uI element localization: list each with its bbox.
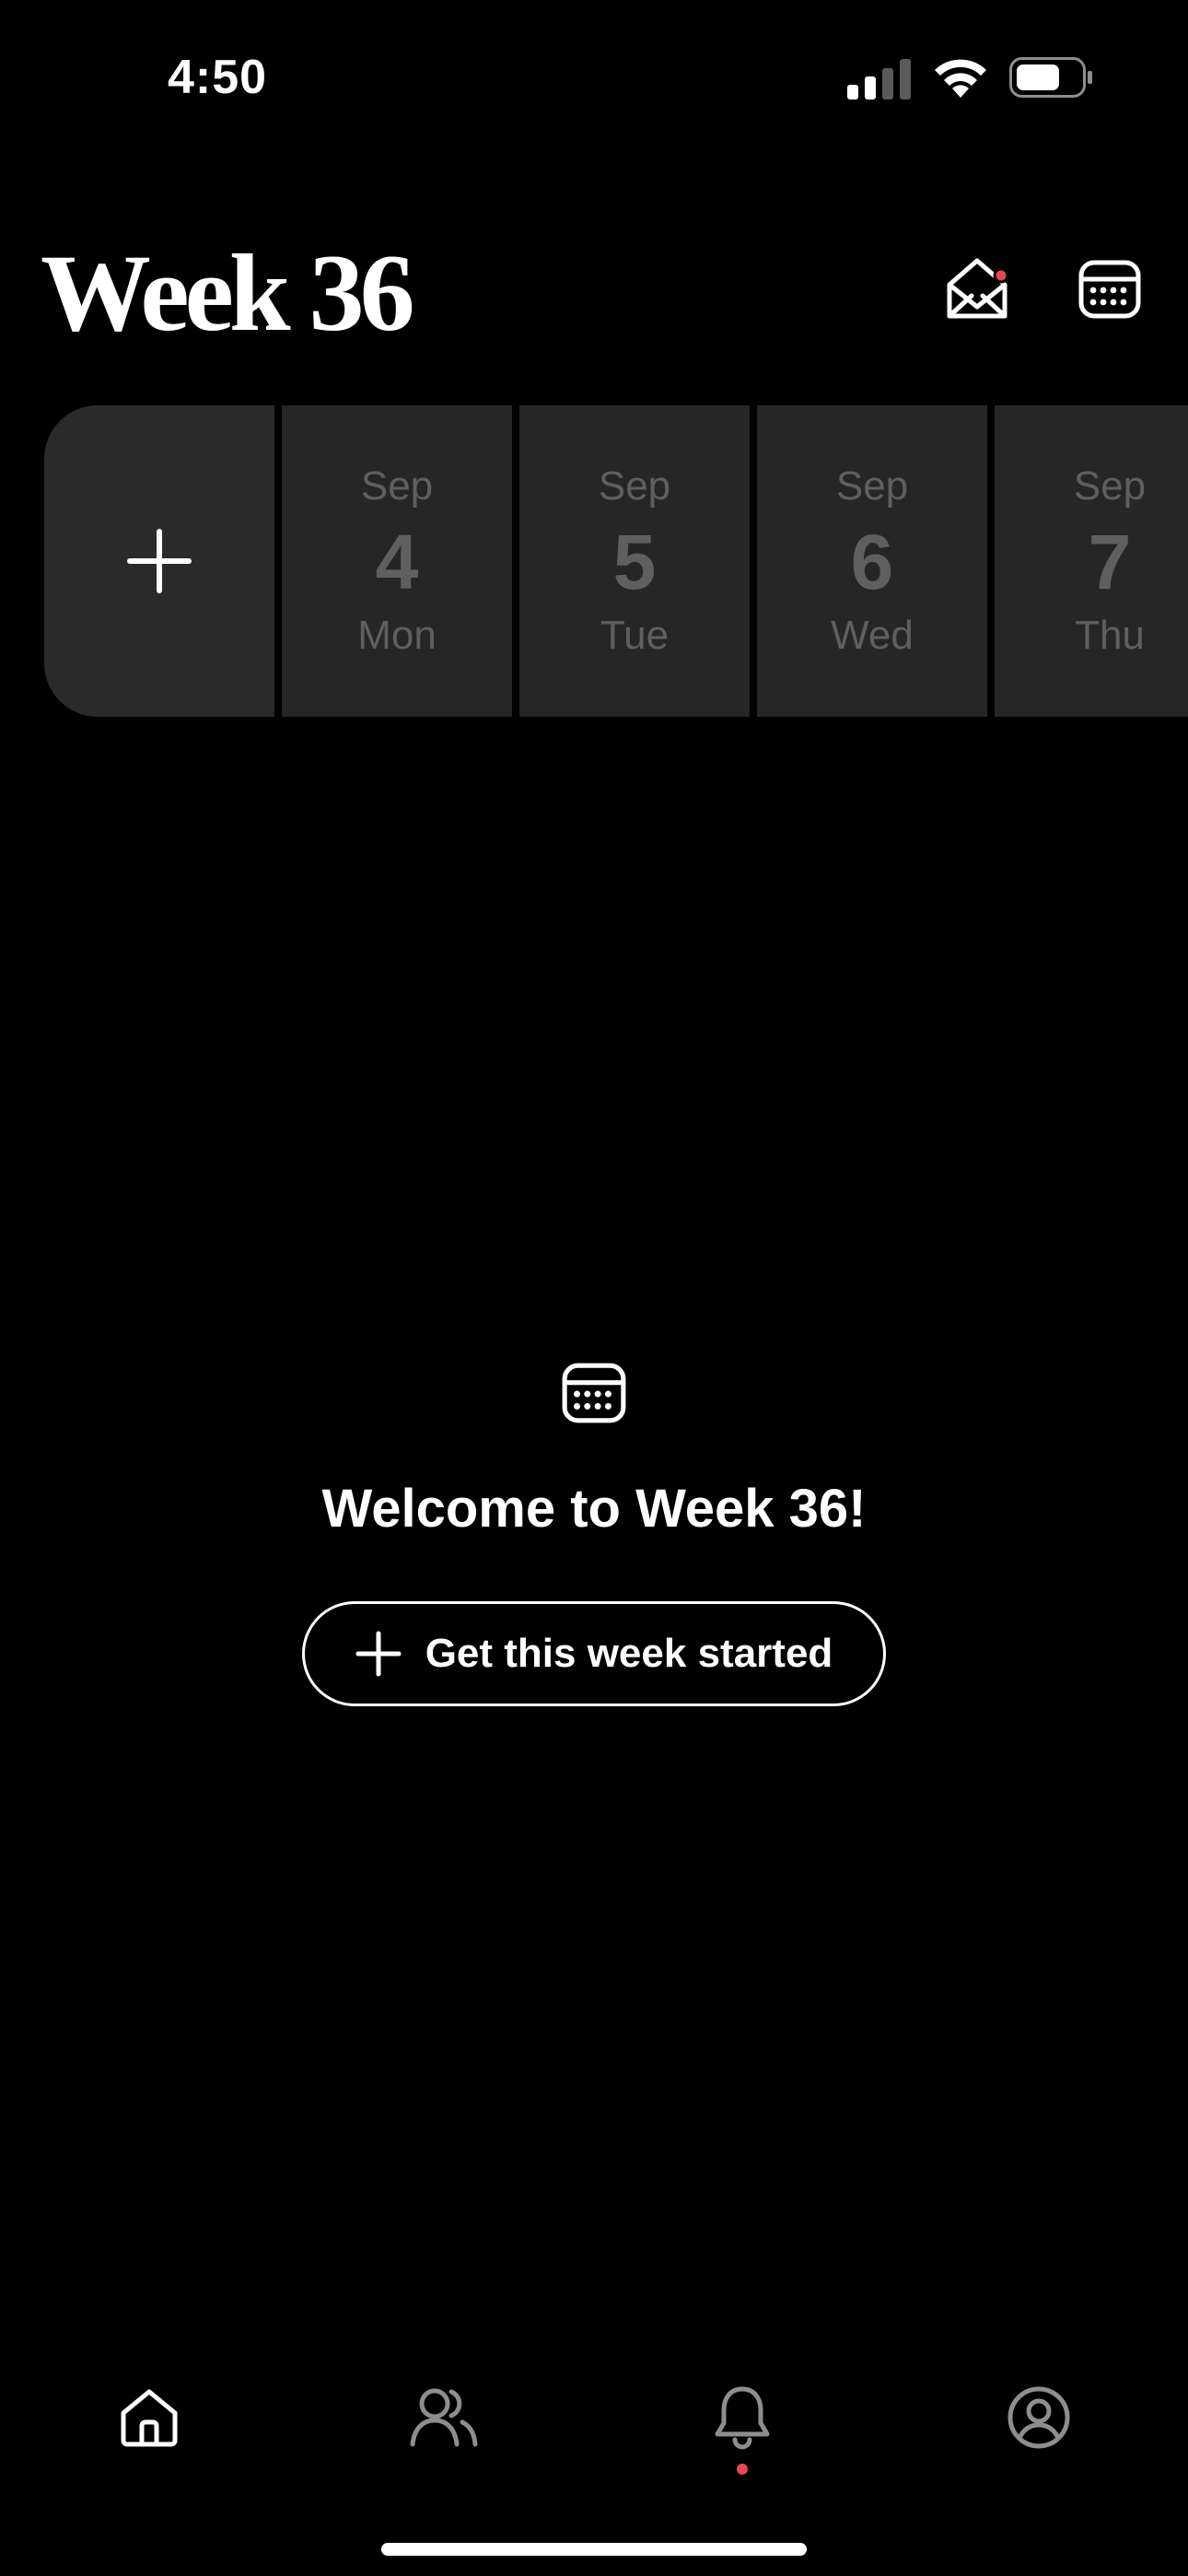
day-card[interactable]: Sep 4 Mon: [282, 405, 512, 717]
day-strip: Sep 4 Mon Sep 5 Tue Sep 6 Wed Sep 7 Thu: [44, 405, 1188, 717]
day-card[interactable]: Sep 7 Thu: [995, 405, 1188, 717]
day-month: Sep: [835, 463, 909, 509]
day-card[interactable]: Sep 5 Tue: [519, 405, 750, 717]
day-month: Sep: [598, 463, 671, 509]
home-icon: [121, 2389, 178, 2447]
day-weekday: Tue: [600, 613, 670, 658]
calendar-button[interactable]: [1070, 249, 1149, 328]
status-time: 4:50: [168, 51, 268, 104]
day-weekday: Mon: [357, 613, 437, 658]
home-indicator[interactable]: [381, 2543, 807, 2556]
tab-home[interactable]: [112, 2381, 186, 2454]
get-week-started-label: Get this week started: [425, 1631, 833, 1676]
bell-icon: [715, 2386, 770, 2450]
tab-profile[interactable]: [1002, 2381, 1076, 2454]
inbox-icon: [947, 258, 1009, 319]
app-screen: 4:50 Week 36 Sep 4 Mon Sep 5 Tue Sep 6 W…: [0, 0, 1188, 2576]
day-number: 7: [1088, 519, 1132, 605]
plus-icon: [127, 529, 192, 593]
get-week-started-button[interactable]: Get this week started: [302, 1601, 886, 1706]
tab-notifications[interactable]: [705, 2381, 779, 2475]
calendar-icon: [562, 1363, 626, 1423]
signal-icon: [847, 59, 911, 100]
day-number: 4: [375, 519, 419, 605]
tab-friends[interactable]: [407, 2381, 481, 2454]
wifi-icon: [935, 59, 986, 98]
add-day-button[interactable]: [44, 405, 274, 717]
day-card[interactable]: Sep 6 Wed: [757, 405, 987, 717]
battery-icon: [1009, 57, 1092, 98]
inbox-button[interactable]: [938, 249, 1017, 328]
day-weekday: Wed: [831, 613, 914, 658]
plus-icon: [355, 1631, 402, 1677]
day-weekday: Thu: [1075, 613, 1145, 658]
friends-icon: [410, 2388, 478, 2447]
calendar-icon: [1078, 260, 1141, 319]
profile-icon: [1007, 2386, 1070, 2449]
day-number: 6: [850, 519, 894, 605]
day-month: Sep: [1073, 463, 1147, 509]
welcome-message: Welcome to Week 36!: [321, 1479, 867, 1539]
notification-dot: [737, 2464, 748, 2475]
day-number: 5: [612, 519, 657, 605]
day-month: Sep: [360, 463, 434, 509]
page-title: Week 36: [41, 231, 415, 354]
inbox-badge-dot: [993, 267, 1009, 284]
